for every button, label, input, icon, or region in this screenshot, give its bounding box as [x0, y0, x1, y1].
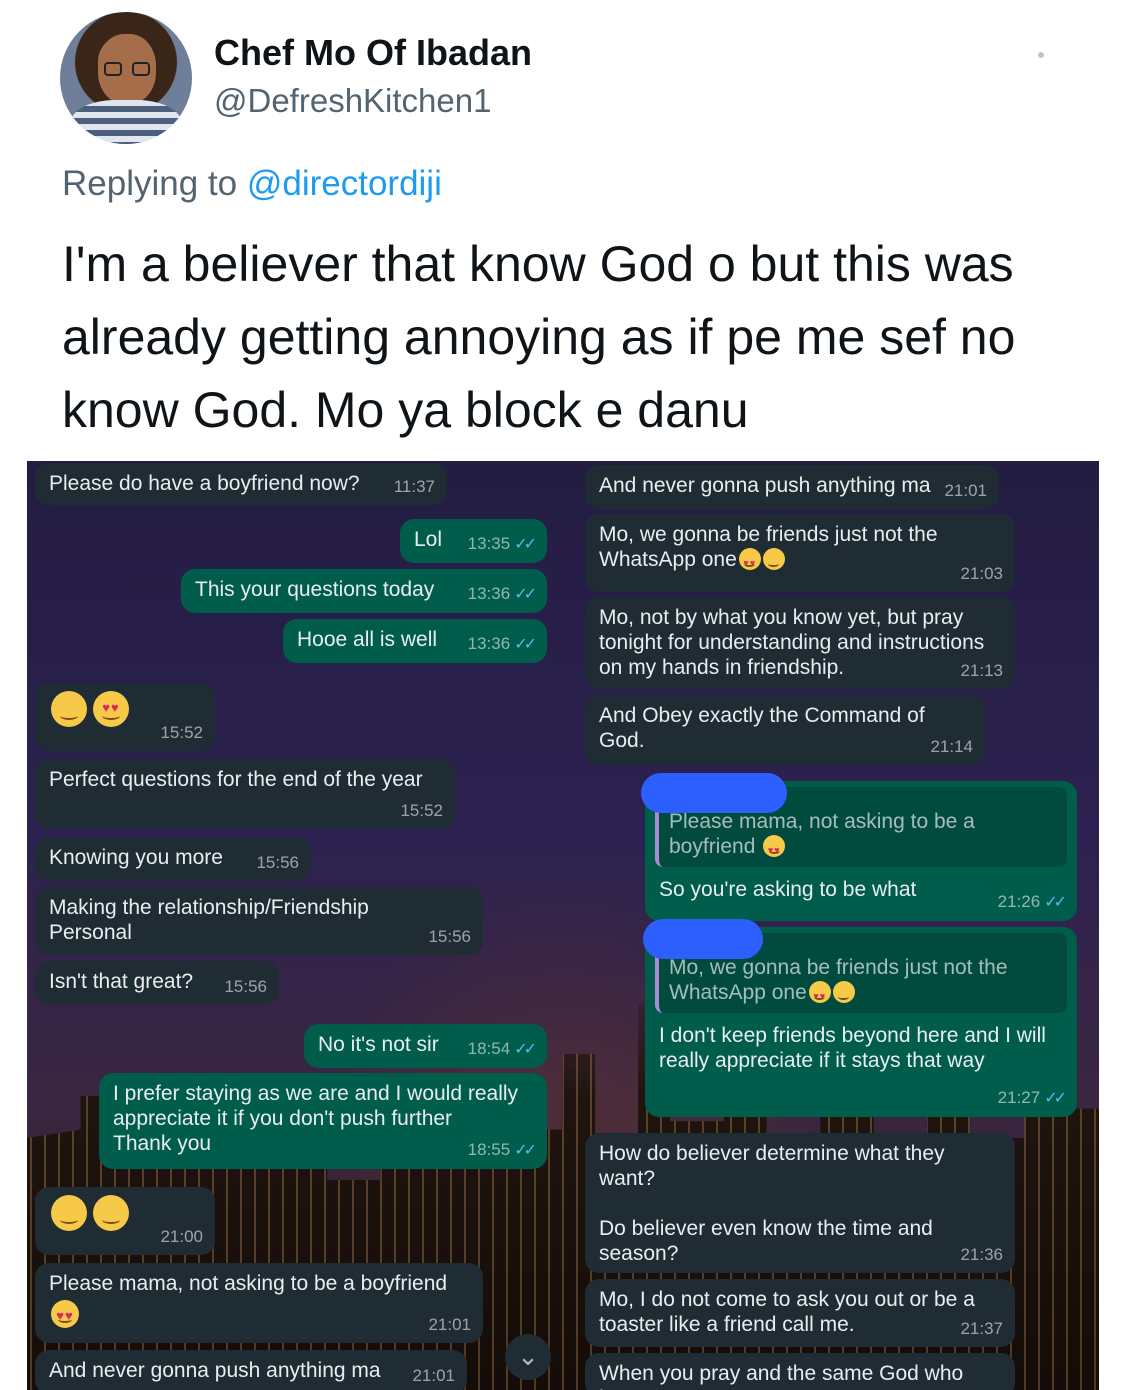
- message-bubble: Mo, I do not come to ask you out or be a…: [585, 1279, 1015, 1347]
- smiling-blush-emoji: [93, 1195, 129, 1231]
- message-meta: 21:27 ✓✓: [997, 1085, 1067, 1111]
- tweet-text: I'm a believer that know God o but this …: [62, 236, 1016, 438]
- message-bubble: Mo, we gonna be friends just not the Wha…: [585, 514, 1015, 592]
- grinning-emoji: [762, 548, 785, 570]
- message-bubble: And never gonna push anything ma 21:01: [585, 465, 999, 509]
- message-time: 15:52: [160, 723, 203, 742]
- message-time: 15:56: [256, 853, 299, 872]
- message-time: 21:26: [997, 892, 1041, 911]
- message-bubble: Lol 13:35 ✓✓: [400, 519, 547, 563]
- message-time: 21:01: [428, 1315, 471, 1334]
- smiling-blush-emoji: [51, 691, 87, 727]
- message-bubble: Making the relationship/Friendship Perso…: [35, 887, 483, 955]
- message-bubble: How do believer determine what they want…: [585, 1133, 1015, 1273]
- message-meta: 21:26 ✓✓: [997, 889, 1067, 915]
- message-text: I don't keep friends beyond here and I w…: [659, 1024, 1052, 1072]
- quoted-text: Please mama, not asking to be a boyfrien…: [669, 810, 975, 858]
- message-bubble: This your questions today 13:36 ✓✓: [181, 569, 547, 613]
- message-meta: 13:36 ✓✓: [467, 581, 537, 607]
- avatar-glasses-left: [104, 62, 122, 76]
- message-bubble: Please do have a boyfriend now? 11:37: [35, 463, 447, 505]
- double-check-icon: ✓✓: [514, 536, 537, 553]
- message-time: 21:03: [960, 564, 1003, 583]
- grinning-emoji: [832, 981, 855, 1003]
- replying-to-prefix: Replying to: [62, 164, 247, 203]
- heart-eyes-emoji: [51, 1300, 79, 1328]
- author-avatar[interactable]: [60, 12, 192, 144]
- more-options-icon[interactable]: [1038, 52, 1044, 58]
- message-time: 13:36: [467, 634, 511, 653]
- message-bubble: Isn't that great? 15:56: [35, 961, 279, 1005]
- message-bubble: Perfect questions for the end of the yea…: [35, 759, 455, 829]
- message-time: 21:14: [930, 737, 973, 756]
- avatar-glasses-right: [132, 62, 150, 76]
- message-meta: 18:54 ✓✓: [467, 1036, 537, 1062]
- message-meta: 13:35 ✓✓: [467, 531, 537, 557]
- message-time: 18:55: [467, 1140, 511, 1159]
- message-time: 21:01: [944, 481, 987, 500]
- message-text: Mo, we gonna be friends just not the Wha…: [599, 522, 939, 576]
- message-text: And never gonna push anything ma: [49, 1359, 381, 1382]
- double-check-icon: ✓✓: [514, 636, 537, 653]
- message-time: 11:37: [393, 477, 435, 496]
- double-check-icon: ✓✓: [514, 1142, 537, 1159]
- double-check-icon: ✓✓: [514, 586, 537, 603]
- message-bubble: Hooe all is well 13:36 ✓✓: [283, 619, 547, 663]
- message-bubble: 21:00: [35, 1187, 215, 1255]
- message-bubble: Please mama, not asking to be a boyfrien…: [35, 1263, 483, 1343]
- chat-screenshot: Please do have a boyfriend now? 11:37 Lo…: [27, 461, 1099, 1390]
- message-meta: 18:55 ✓✓: [467, 1137, 537, 1163]
- message-bubble: No it's not sir 18:54 ✓✓: [304, 1024, 547, 1068]
- message-meta: 13:36 ✓✓: [467, 631, 537, 657]
- message-time: 21:00: [160, 1227, 203, 1246]
- message-text: Please mama, not asking to be a boyfrien…: [49, 1271, 469, 1328]
- message-text-content: Please mama, not asking to be a boyfrien…: [49, 1272, 448, 1295]
- message-time: 21:36: [960, 1245, 1003, 1264]
- grinning-emoji: [51, 1195, 87, 1231]
- double-check-icon: ✓✓: [1044, 894, 1067, 911]
- message-bubble: And Obey exactly the Command of God. 21:…: [585, 695, 985, 765]
- double-check-icon: ✓✓: [514, 1041, 537, 1058]
- message-time: 21:37: [960, 1319, 1003, 1338]
- avatar-shirt: [70, 100, 182, 144]
- message-time: 21:27: [997, 1088, 1041, 1107]
- redacted-name: [641, 773, 787, 813]
- message-text: Mo, I do not come to ask you out or be a…: [599, 1288, 981, 1336]
- message-text: Perfect questions for the end of the yea…: [49, 768, 423, 791]
- message-bubble: 15:52: [35, 683, 215, 751]
- message-time: 13:36: [467, 584, 511, 603]
- author-name[interactable]: Chef Mo Of Ibadan: [214, 32, 532, 74]
- replying-to-mention[interactable]: @directordiji: [247, 164, 442, 203]
- message-text: Making the relationship/Friendship Perso…: [49, 896, 375, 944]
- replying-to-line: Replying to @directordiji: [62, 164, 442, 204]
- message-text: When you pray and the same God who has: [599, 1362, 964, 1390]
- message-text: How do believer determine what they want…: [599, 1142, 945, 1265]
- message-bubble: When you pray and the same God who has: [585, 1353, 1015, 1390]
- message-bubble: Mo, not by what you know yet, but pray t…: [585, 597, 1015, 689]
- kiss-wink-emoji: [93, 691, 129, 727]
- message-time: 21:13: [960, 661, 1003, 680]
- heart-eyes-emoji: [738, 548, 761, 576]
- message-time: 13:35: [467, 534, 511, 553]
- message-time: 15:56: [428, 927, 471, 946]
- double-check-icon: ✓✓: [1044, 1090, 1067, 1107]
- redacted-name: [643, 919, 763, 959]
- author-handle[interactable]: @DefreshKitchen1: [214, 82, 491, 120]
- heart-eyes-emoji: [763, 835, 786, 863]
- heart-eyes-emoji: [808, 981, 831, 1009]
- message-time: 15:52: [400, 801, 443, 820]
- message-bubble: I prefer staying as we are and I would r…: [99, 1073, 547, 1169]
- message-text: And Obey exactly the Command of God.: [599, 704, 931, 752]
- message-time: 21:01: [412, 1366, 455, 1385]
- message-text: And never gonna push anything ma: [599, 474, 931, 497]
- message-bubble: And never gonna push anything ma 21:01: [35, 1350, 467, 1390]
- message-bubble: Knowing you more 15:56: [35, 837, 311, 881]
- message-text: Please do have a boyfriend now?: [49, 472, 360, 495]
- message-text: Mo, not by what you know yet, but pray t…: [599, 606, 991, 679]
- message-time: 18:54: [467, 1039, 511, 1058]
- chevron-double-down-icon[interactable]: ⌄: [505, 1334, 551, 1380]
- message-time: 15:56: [224, 977, 267, 996]
